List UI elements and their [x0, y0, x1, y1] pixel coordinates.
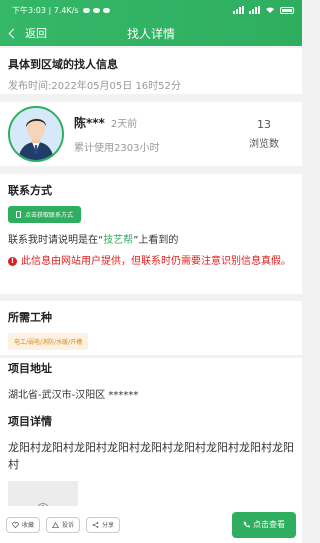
user-card: 陈*** 2天前 累计使用2303小时 13 浏览数 [0, 102, 302, 166]
status-time: 下午3:03 | 7.4K/s [12, 5, 79, 15]
avatar-image [10, 108, 62, 160]
tip-brand: 技艺帮 [103, 235, 134, 246]
signal2-icon [249, 6, 260, 14]
view-contact-button[interactable]: 点击查看 [232, 511, 296, 538]
address-section-title: 项目地址 [8, 362, 52, 375]
battery-icon [280, 6, 294, 14]
contact-section-title: 联系方式 [8, 184, 52, 197]
user-info: 陈*** 2天前 累计使用2303小时 [74, 114, 234, 154]
status-bar: 下午3:03 | 7.4K/s [0, 0, 302, 20]
contact-card: 联系方式 点击获取联系方式 联系我时请说明是在“技艺帮”上看到的 ! 此信息由网… [0, 174, 302, 294]
job-type-card: 所需工种 电工/弱电/消防/水暖/开槽 [0, 301, 302, 355]
back-label: 返回 [25, 27, 47, 40]
post-title: 具体到区域的找人信息 [8, 58, 118, 71]
chevron-left-icon [8, 28, 19, 38]
views-counter: 13 浏览数 [234, 118, 294, 150]
wifi-icon [266, 7, 274, 13]
back-button[interactable]: 返回 [0, 25, 47, 41]
alert-icon: ! [8, 257, 17, 266]
bottom-action-bar: 收藏 投诉 分享 点击查看 [0, 506, 302, 543]
view-contact-label: 点击查看 [253, 520, 285, 529]
notification-icons [82, 7, 110, 13]
project-address: 湖北省-武汉市-汉阳区 ****** [8, 390, 139, 401]
job-section-title: 所需工种 [8, 311, 52, 324]
usage-hours: 累计使用2303小时 [74, 143, 160, 154]
favorite-button[interactable]: 收藏 [6, 516, 41, 533]
project-detail: 龙阳村龙阳村龙阳村龙阳村龙阳村龙阳村龙阳村龙阳村龙阳村 [8, 441, 294, 471]
complain-label: 投诉 [62, 522, 75, 529]
get-contact-label: 点击获取联系方式 [25, 212, 74, 219]
nav-bar: 返回 找人详情 [0, 20, 302, 46]
detail-section-title: 项目详情 [8, 415, 52, 428]
get-contact-button[interactable]: 点击获取联系方式 [8, 206, 82, 223]
warning-text: 此信息由网站用户提供，但联系时仍需要注意识别信息真假。 [21, 256, 291, 267]
user-name: 陈*** [74, 116, 105, 130]
views-label: 浏览数 [249, 139, 279, 150]
warning-triangle-icon [52, 521, 60, 528]
publish-time: 发布时间:2022年05月05日 16时52分 [8, 81, 181, 92]
phone-call-icon [243, 521, 250, 528]
warning-notice: ! 此信息由网站用户提供，但联系时仍需要注意识别信息真假。 [8, 254, 294, 269]
favorite-label: 收藏 [22, 522, 35, 529]
signal-icon [233, 6, 244, 14]
share-button[interactable]: 分享 [86, 516, 121, 533]
job-type-tag: 电工/弱电/消防/水暖/开槽 [8, 333, 89, 350]
posted-ago: 2天前 [110, 119, 138, 130]
views-count: 13 [257, 118, 271, 131]
avatar [8, 106, 64, 162]
top-bar: 下午3:03 | 7.4K/s 返回 找人详情 [0, 0, 302, 46]
phone-icon [16, 211, 21, 218]
header-card: 具体到区域的找人信息 发布时间:2022年05月05日 16时52分 [0, 48, 302, 94]
heart-icon [12, 521, 19, 528]
contact-tip: 联系我时请说明是在“技艺帮”上看到的 [8, 231, 294, 246]
share-icon [92, 521, 99, 528]
complain-button[interactable]: 投诉 [46, 516, 81, 533]
tip-prefix: 联系我时请说明是在“ [8, 235, 104, 246]
share-label: 分享 [102, 522, 115, 529]
tip-suffix: ”上看到的 [133, 235, 179, 246]
